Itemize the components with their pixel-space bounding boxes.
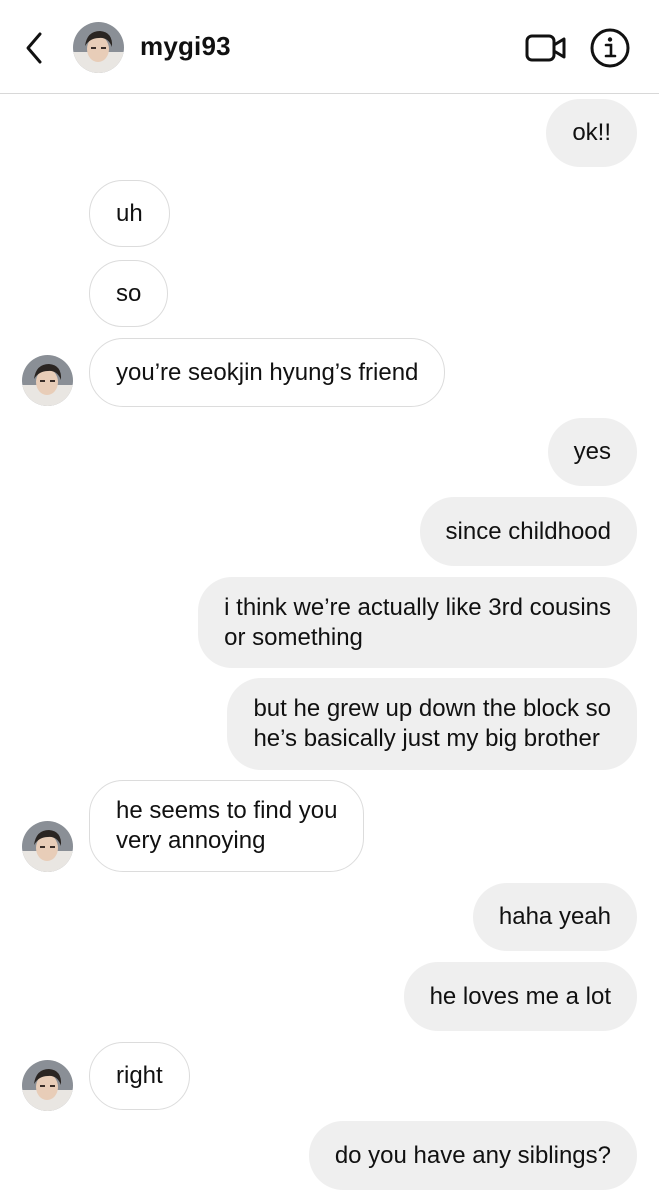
outgoing-message[interactable]: ok!! xyxy=(546,99,637,167)
header-avatar[interactable] xyxy=(73,22,124,73)
outgoing-message[interactable]: i think we’re actually like 3rd cousins … xyxy=(198,577,637,668)
outgoing-message[interactable]: but he grew up down the block so he’s ba… xyxy=(227,678,637,770)
info-icon xyxy=(590,28,630,68)
sender-avatar[interactable] xyxy=(22,1060,73,1111)
back-button[interactable] xyxy=(18,28,52,68)
incoming-message[interactable]: uh xyxy=(89,180,170,247)
outgoing-message[interactable]: do you have any siblings? xyxy=(308,1121,637,1190)
message-thread[interactable]: ok!! uh so you’re seokjin hyung’s friend… xyxy=(0,94,659,1200)
incoming-message[interactable]: so xyxy=(89,260,169,327)
incoming-message[interactable]: right xyxy=(89,1042,190,1110)
outgoing-message[interactable]: he loves me a lot xyxy=(403,962,637,1031)
chevron-left-icon xyxy=(26,32,42,64)
info-button[interactable] xyxy=(589,27,631,69)
outgoing-message[interactable]: yes xyxy=(547,418,637,486)
sender-avatar[interactable] xyxy=(22,821,73,872)
chat-username[interactable]: mygi93 xyxy=(140,31,231,62)
incoming-message[interactable]: you’re seokjin hyung’s friend xyxy=(89,338,446,407)
video-camera-icon xyxy=(525,34,566,62)
sender-avatar[interactable] xyxy=(22,355,73,406)
chat-header: mygi93 xyxy=(0,0,659,94)
incoming-message[interactable]: he seems to find you very annoying xyxy=(89,780,365,872)
outgoing-message[interactable]: since childhood xyxy=(419,497,637,566)
outgoing-message[interactable]: haha yeah xyxy=(472,883,637,951)
video-call-button[interactable] xyxy=(524,31,568,65)
